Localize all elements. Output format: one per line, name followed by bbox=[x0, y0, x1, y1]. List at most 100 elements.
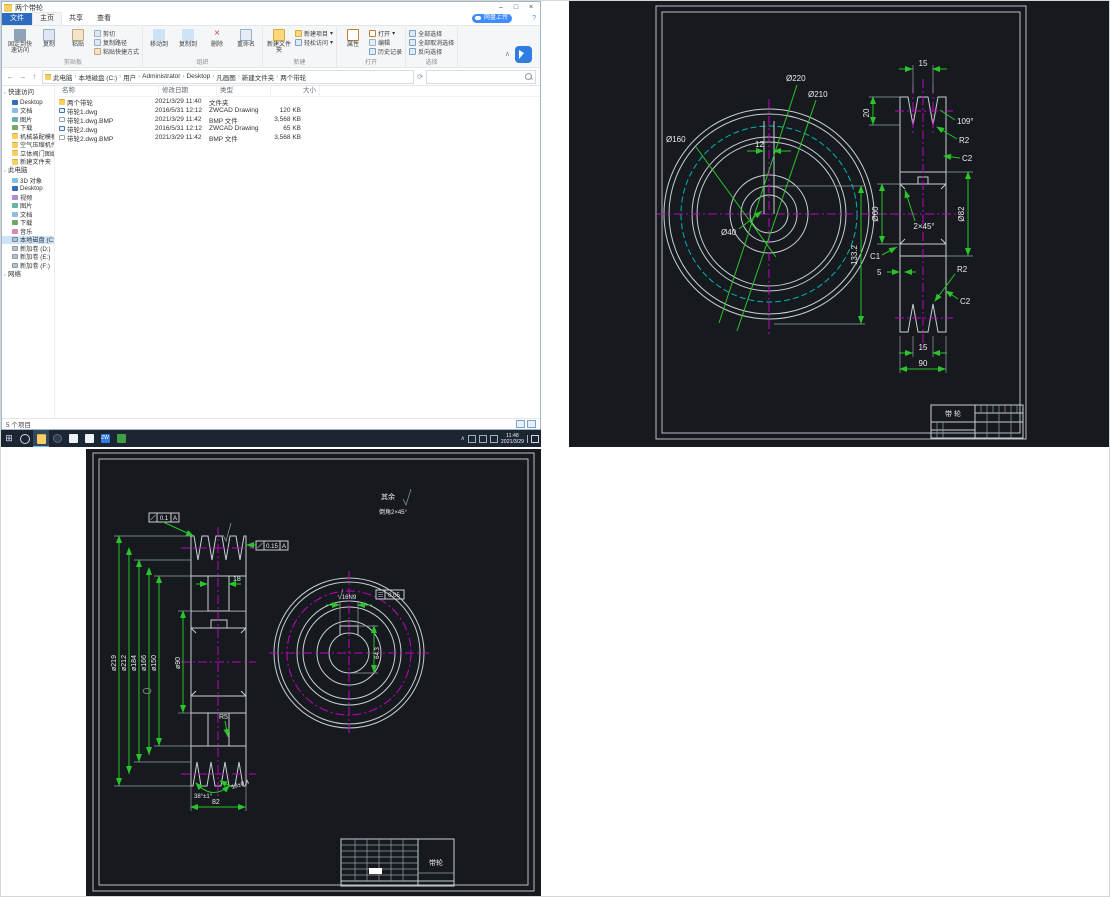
folder-icon bbox=[12, 158, 18, 165]
sidebar-item-pc-desktop[interactable]: Desktop bbox=[2, 185, 54, 194]
breadcrumb-this-pc[interactable]: 此电脑 bbox=[52, 72, 74, 82]
delete-button[interactable]: × 删除 bbox=[204, 27, 230, 49]
breadcrumb-desktop[interactable]: Desktop bbox=[185, 73, 211, 80]
search-taskbar-icon[interactable] bbox=[17, 430, 33, 447]
dim-d219: ø219 bbox=[111, 655, 118, 671]
minimize-button[interactable]: – bbox=[494, 3, 508, 13]
collapse-ribbon-icon[interactable]: ∧ bbox=[505, 50, 510, 58]
sidebar-item-pc-downloads[interactable]: 下载 bbox=[2, 219, 54, 227]
sidebar-item-pc-pictures[interactable]: 图片 bbox=[2, 202, 54, 210]
dim-38deg: 38°±1° bbox=[194, 794, 213, 800]
taskbar-zwcad[interactable]: ZW bbox=[97, 430, 113, 447]
copy-path-button[interactable]: 复制路径 bbox=[94, 38, 139, 47]
breadcrumb[interactable]: 此电脑 › 本地磁盘 (C:) › 用户 › Administrator › Deskt… bbox=[42, 69, 415, 84]
select-all-button[interactable]: 全部选择 bbox=[409, 29, 454, 38]
new-item-button[interactable]: 新建项目 ▾ bbox=[295, 29, 333, 38]
file-explorer-window: 两个带轮 – □ × 文件 主页 共享 查看 网盘上传 ? 固定到快速访问 复制… bbox=[1, 1, 541, 430]
dim-d82: Ø82 bbox=[957, 206, 966, 222]
paste-shortcut-button[interactable]: 粘贴快捷方式 bbox=[94, 47, 139, 56]
tab-view[interactable]: 查看 bbox=[90, 13, 118, 25]
rename-button[interactable]: 重命名 bbox=[233, 27, 259, 48]
start-button[interactable]: ⊞ bbox=[1, 430, 17, 447]
sidebar-item-pc-documents[interactable]: 文档 bbox=[2, 210, 54, 219]
history-button[interactable]: 历史记录 bbox=[369, 47, 402, 56]
tray-icon[interactable] bbox=[489, 434, 498, 443]
back-icon[interactable]: ← bbox=[6, 72, 15, 81]
taskbar-green-app[interactable] bbox=[113, 430, 129, 447]
sidebar-this-pc[interactable]: 此电脑 bbox=[2, 166, 54, 176]
sidebar-item-documents[interactable]: 文档 bbox=[2, 107, 54, 115]
sidebar-item-downloads[interactable]: 下载 bbox=[2, 124, 54, 132]
close-button[interactable]: × bbox=[524, 3, 538, 13]
properties-button[interactable]: 属性 bbox=[340, 27, 366, 48]
sidebar-item-volume-e[interactable]: 新加卷 (E:) bbox=[2, 253, 54, 261]
thumbnail-view-icon[interactable] bbox=[527, 420, 536, 428]
drive-icon bbox=[12, 237, 18, 243]
tray-expand-icon[interactable]: ∧ bbox=[461, 435, 465, 442]
forward-icon[interactable]: → bbox=[18, 72, 27, 81]
select-none-button[interactable]: 全部取消选择 bbox=[409, 38, 454, 47]
bird-shield-logo[interactable] bbox=[515, 46, 532, 63]
column-date[interactable]: 修改日期 bbox=[159, 86, 217, 96]
sidebar-item-pinned-folder-3[interactable]: 立体阀门图纸E bbox=[2, 149, 54, 158]
tab-share[interactable]: 共享 bbox=[62, 13, 90, 25]
taskbar-document-1[interactable] bbox=[65, 430, 81, 447]
breadcrumb-users[interactable]: 用户 bbox=[122, 72, 137, 82]
dim-r2-top: R2 bbox=[959, 136, 970, 145]
tray-icon[interactable] bbox=[478, 434, 487, 443]
up-icon[interactable]: ↑ bbox=[30, 72, 39, 81]
sidebar-item-pinned-folder-1[interactable]: 机械装配模板配置 bbox=[2, 132, 54, 141]
invert-selection-button[interactable]: 反向选择 bbox=[409, 47, 454, 56]
sidebar-item-local-disk-c[interactable]: 本地磁盘 (C:) bbox=[2, 235, 54, 244]
sidebar-item-desktop[interactable]: Desktop bbox=[2, 98, 54, 107]
copy-to-button[interactable]: 复制到 bbox=[175, 27, 201, 48]
cut-button[interactable]: 剪切 bbox=[94, 29, 139, 38]
taskbar-file-explorer[interactable] bbox=[33, 430, 49, 447]
maximize-button[interactable]: □ bbox=[509, 3, 523, 13]
tray-icon[interactable] bbox=[467, 434, 476, 443]
copy-path-icon bbox=[94, 38, 101, 46]
dim-d40: Ø40 bbox=[721, 228, 737, 237]
taskbar-browser[interactable] bbox=[49, 430, 65, 447]
breadcrumb-current[interactable]: 两个带轮 bbox=[279, 72, 307, 82]
clock[interactable]: 11:48 2021/3/29 bbox=[501, 433, 524, 445]
open-button[interactable]: 打开 ▾ bbox=[369, 29, 402, 38]
sidebar-quick-access[interactable]: 快速访问 bbox=[2, 88, 54, 98]
refresh-icon[interactable]: ⟳ bbox=[417, 73, 423, 81]
sidebar-item-videos[interactable]: 视频 bbox=[2, 193, 54, 202]
sidebar-item-volume-f[interactable]: 新加卷 (F:) bbox=[2, 261, 54, 270]
column-size[interactable]: 大小 bbox=[271, 86, 320, 96]
tol2-datum: A bbox=[282, 544, 286, 550]
tab-home[interactable]: 主页 bbox=[32, 12, 62, 25]
sidebar-item-3d-objects[interactable]: 3D 对象 bbox=[2, 176, 54, 185]
sidebar-item-pinned-folder-4[interactable]: 新建文件夹 bbox=[2, 158, 54, 166]
breadcrumb-fanhuatu[interactable]: 凡画图 bbox=[215, 72, 237, 82]
sidebar-network[interactable]: 网络 bbox=[2, 270, 54, 280]
sidebar-item-pictures[interactable]: 图片 bbox=[2, 115, 54, 124]
file-row[interactable]: 带轮2.dwg.BMP 2021/3/29 11:42 BMP 文件 3,568… bbox=[59, 133, 540, 143]
edit-button[interactable]: 编辑 bbox=[369, 38, 402, 47]
breadcrumb-c-drive[interactable]: 本地磁盘 (C:) bbox=[78, 72, 119, 82]
notification-icon[interactable] bbox=[527, 434, 539, 443]
sidebar-item-volume-d[interactable]: 新加卷 (D:) bbox=[2, 244, 54, 253]
move-to-button[interactable]: 移动到 bbox=[146, 27, 172, 48]
easy-access-button[interactable]: 轻松访问 ▾ bbox=[295, 38, 333, 47]
column-type[interactable]: 类型 bbox=[217, 86, 271, 96]
sidebar-item-pinned-folder-2[interactable]: 空气压缩机传动件 bbox=[2, 141, 54, 149]
pin-to-quick-access-button[interactable]: 固定到快速访问 bbox=[7, 27, 33, 54]
column-name[interactable]: 名称 bbox=[59, 86, 159, 96]
tab-file[interactable]: 文件 bbox=[2, 13, 32, 25]
sidebar-item-music[interactable]: 音乐 bbox=[2, 227, 54, 236]
search-input[interactable] bbox=[426, 69, 536, 84]
cloud-upload-button[interactable]: 网盘上传 bbox=[471, 14, 512, 23]
copy-button[interactable]: 复制 bbox=[36, 27, 62, 48]
details-view-icon[interactable] bbox=[516, 420, 525, 428]
new-folder-button[interactable]: 新建文件夹 bbox=[266, 27, 292, 54]
paste-button[interactable]: 粘贴 bbox=[65, 27, 91, 48]
runout-icon bbox=[257, 542, 263, 549]
breadcrumb-new-folder[interactable]: 新建文件夹 bbox=[241, 72, 276, 82]
window-folder-icon bbox=[4, 4, 12, 12]
help-icon[interactable]: ? bbox=[532, 15, 536, 22]
taskbar-document-2[interactable] bbox=[81, 430, 97, 447]
breadcrumb-administrator[interactable]: Administrator bbox=[141, 73, 181, 80]
